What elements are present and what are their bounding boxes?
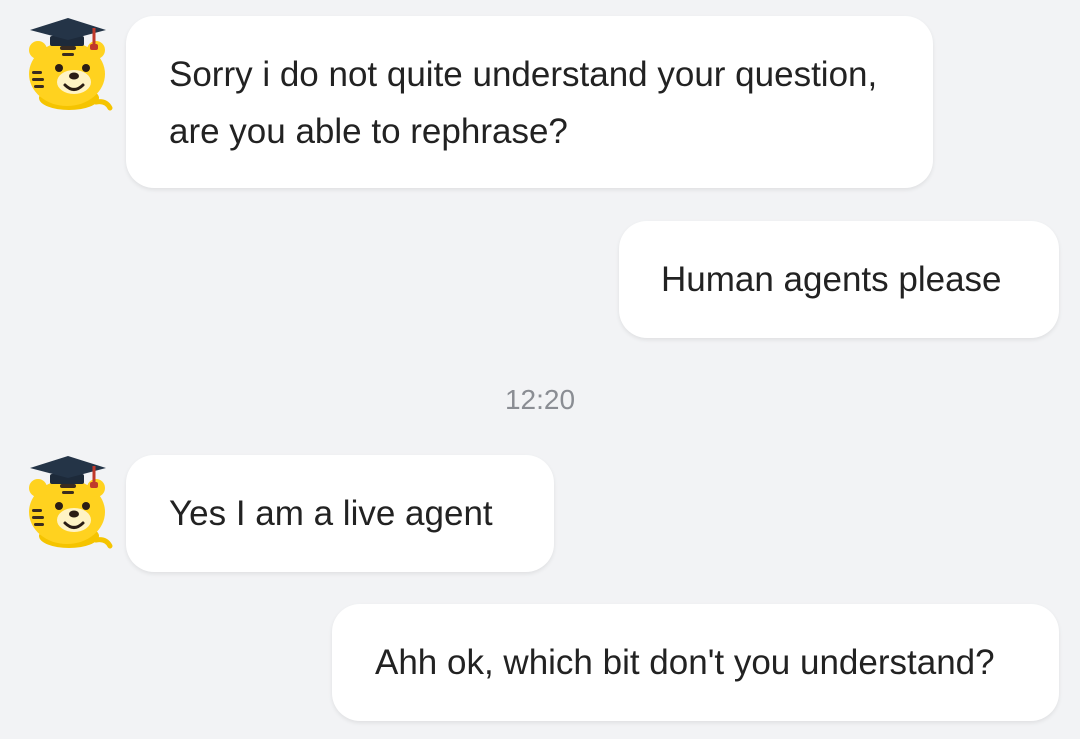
tiger-graduate-icon	[29, 456, 113, 549]
bot-message-bubble: Yes I am a live agent	[126, 455, 554, 572]
tiger-graduate-icon	[29, 18, 113, 111]
user-message-bubble: Ahh ok, which bit don't you understand?	[332, 604, 1059, 721]
bot-avatar[interactable]	[24, 454, 114, 554]
bot-message-bubble: Sorry i do not quite understand your que…	[126, 16, 933, 188]
bot-message-text: Yes I am a live agent	[169, 494, 493, 533]
user-message-text: Human agents please	[661, 260, 1002, 299]
user-message-bubble: Human agents please	[619, 221, 1059, 338]
message-timestamp: 12:20	[504, 384, 576, 415]
bot-avatar[interactable]	[24, 16, 114, 116]
user-message-text: Ahh ok, which bit don't you understand?	[375, 643, 995, 682]
bot-message-text: Sorry i do not quite understand your que…	[169, 55, 878, 151]
